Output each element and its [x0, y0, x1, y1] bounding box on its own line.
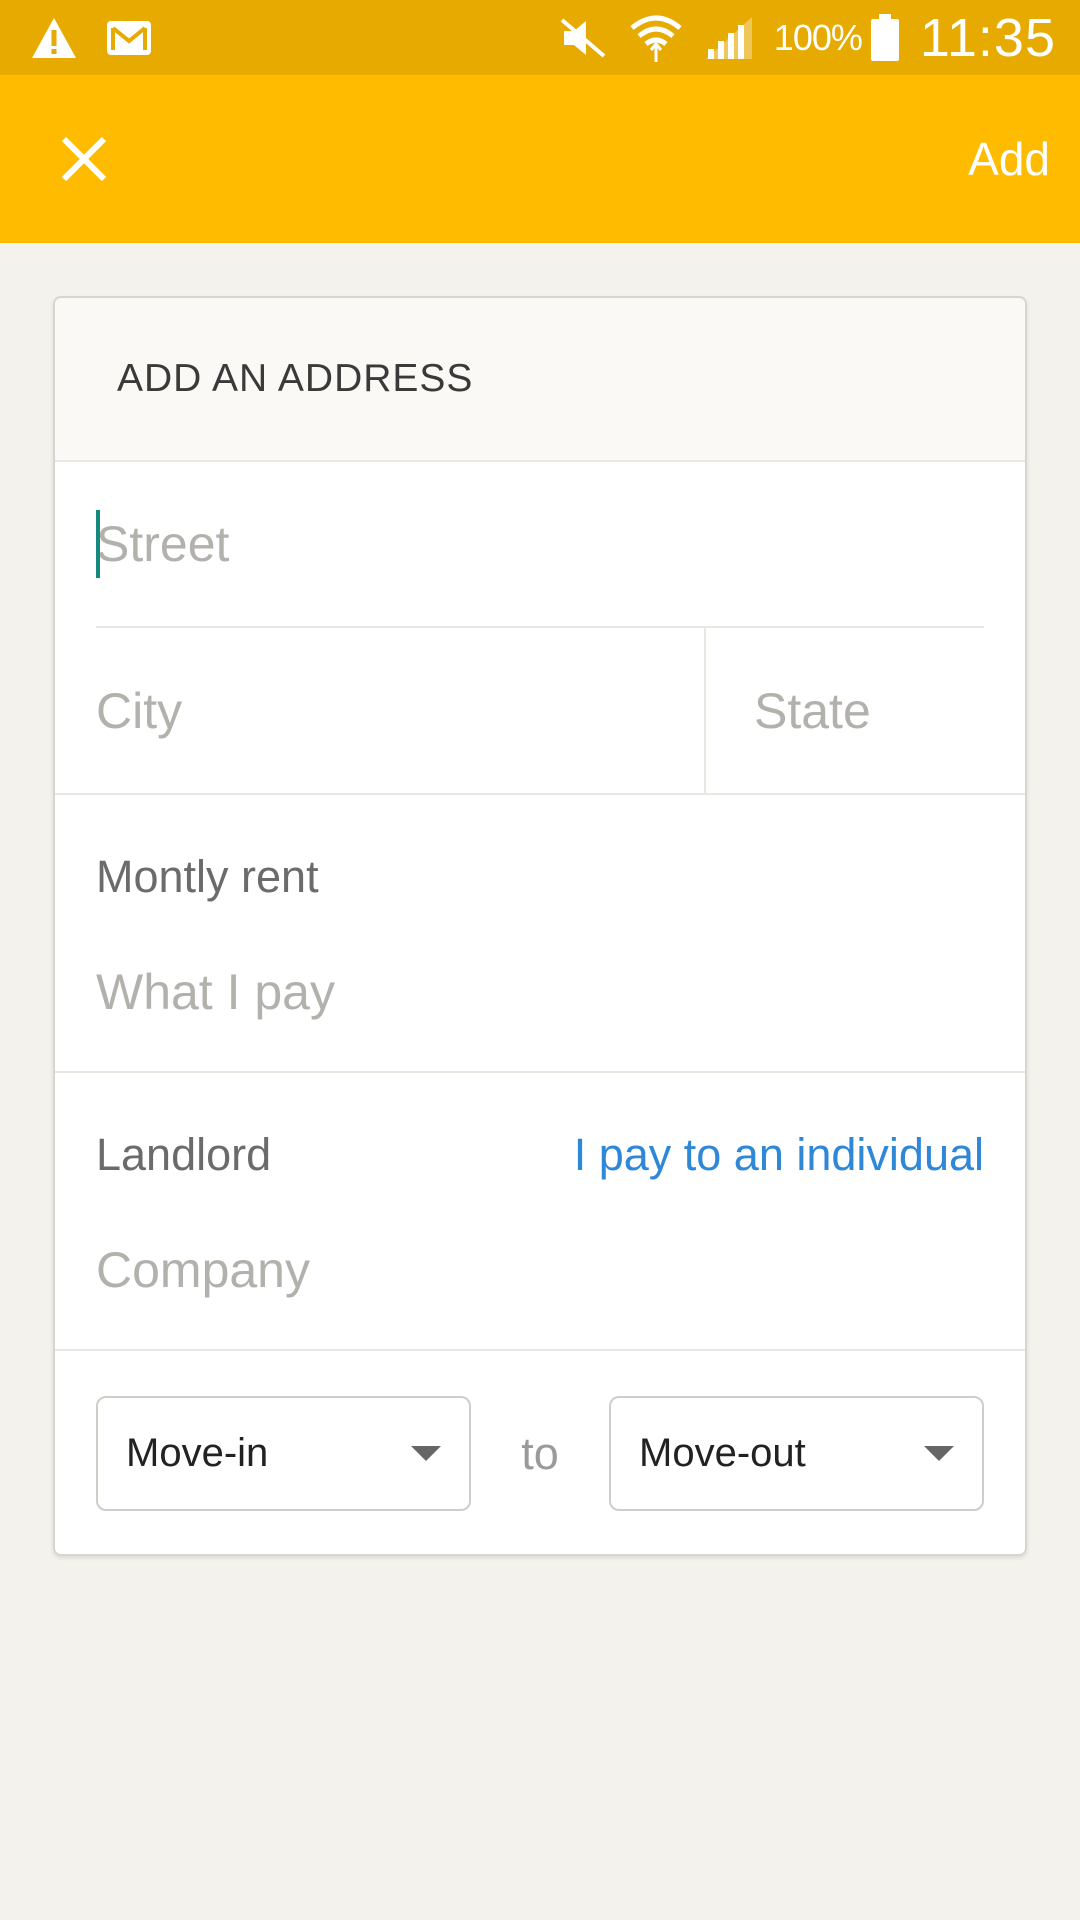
city-field[interactable]: City — [55, 628, 706, 793]
state-field[interactable]: State — [706, 628, 1025, 793]
app-bar: Add — [0, 75, 1080, 243]
landlord-label: Landlord — [96, 1129, 272, 1180]
battery-icon — [870, 13, 900, 62]
city-state-row: City State — [55, 628, 1025, 795]
street-placeholder: Street — [96, 516, 230, 572]
close-button[interactable] — [56, 131, 112, 187]
address-card: ADD AN ADDRESS Street City State Montly … — [53, 296, 1027, 1556]
move-out-value: Move-out — [639, 1431, 806, 1475]
rent-field[interactable]: What I pay — [96, 963, 335, 1021]
card-title: ADD AN ADDRESS — [117, 357, 474, 400]
street-field[interactable]: Street — [96, 462, 984, 628]
move-in-value: Move-in — [126, 1431, 269, 1475]
warning-icon — [30, 16, 78, 60]
battery-percent: 100% — [773, 16, 863, 58]
company-field[interactable]: Company — [96, 1241, 310, 1299]
rent-label: Montly rent — [96, 851, 319, 902]
city-placeholder: City — [96, 682, 183, 739]
rent-section: Montly rent What I pay — [55, 795, 1025, 1073]
move-out-select[interactable]: Move-out — [609, 1396, 984, 1511]
landlord-section: Landlord I pay to an individual Company — [55, 1073, 1025, 1351]
move-in-select[interactable]: Move-in — [96, 1396, 471, 1511]
clock: 11:35 — [919, 7, 1056, 68]
date-separator: to — [521, 1427, 559, 1479]
chevron-down-icon — [924, 1446, 954, 1461]
text-cursor — [96, 510, 100, 578]
card-header: ADD AN ADDRESS — [55, 298, 1025, 462]
status-right: 100% 11:35 — [538, 7, 1056, 69]
gmail-icon — [106, 20, 152, 56]
wifi-icon — [628, 12, 684, 64]
status-left — [30, 16, 180, 60]
chevron-down-icon — [411, 1446, 441, 1461]
close-icon — [61, 136, 107, 182]
mute-icon — [558, 16, 608, 60]
status-bar: 100% 11:35 — [0, 0, 1080, 75]
signal-icon — [704, 15, 754, 61]
individual-landlord-link[interactable]: I pay to an individual — [574, 1129, 984, 1181]
dates-row: Move-in to Move-out — [55, 1351, 1025, 1554]
add-button[interactable]: Add — [968, 132, 1050, 186]
state-placeholder: State — [754, 682, 871, 739]
